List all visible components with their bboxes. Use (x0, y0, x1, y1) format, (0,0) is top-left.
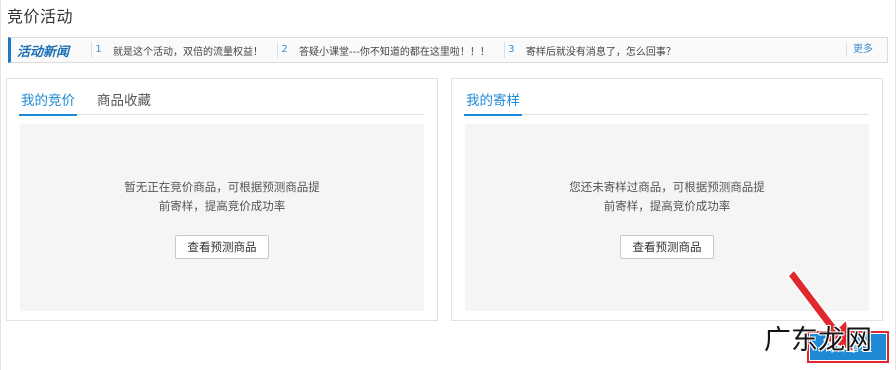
news-item-text[interactable]: 就是这个活动，双倍的流量权益！ (113, 43, 263, 58)
news-item[interactable]: 3 寄样后就没有消息了，怎么回事？ (503, 42, 676, 58)
news-item-number: 2 (277, 42, 291, 58)
news-item[interactable]: 2 答疑小课堂---你不知道的都在这里啦！！！ (277, 42, 490, 58)
news-item-text[interactable]: 寄样后就没有消息了，怎么回事？ (526, 43, 676, 58)
bidding-panel: 我的竞价 商品收藏 暂无正在竞价商品，可根据预测商品提 前寄样，提高竞价成功率 … (6, 78, 438, 321)
empty-message-line: 您还未寄样过商品，可根据预测商品提 (569, 180, 765, 194)
page-title: 竞价活动 (7, 7, 74, 26)
news-item-text[interactable]: 答疑小课堂---你不知道的都在这里啦！！！ (299, 43, 490, 58)
empty-state: 您还未寄样过商品，可根据预测商品提 前寄样，提高竞价成功率 查看预测商品 (465, 124, 869, 311)
tab-favorites[interactable]: 商品收藏 (95, 79, 153, 115)
empty-message-line: 前寄样，提高竞价成功率 (603, 199, 731, 213)
empty-state: 暂无正在竞价商品，可根据预测商品提 前寄样，提高竞价成功率 查看预测商品 (20, 124, 424, 311)
news-item-number: 1 (91, 42, 105, 58)
sample-management-button[interactable]: 寄样管理 (807, 331, 889, 363)
empty-message-line: 前寄样，提高竞价成功率 (158, 199, 286, 213)
news-item-number: 3 (503, 42, 518, 58)
news-logo: 活动新闻 (17, 44, 70, 60)
tab-my-bidding[interactable]: 我的竞价 (19, 79, 77, 116)
empty-message: 您还未寄样过商品，可根据预测商品提 前寄样，提高竞价成功率 (465, 178, 869, 216)
empty-message-line: 暂无正在竞价商品，可根据预测商品提 (124, 180, 320, 194)
news-item[interactable]: 1 就是这个活动，双倍的流量权益！ (91, 42, 263, 58)
news-bar: 活动新闻 1 就是这个活动，双倍的流量权益！ 2 答疑小课堂---你不知道的都在… (8, 37, 888, 63)
samples-panel: 我的寄样 您还未寄样过商品，可根据预测商品提 前寄样，提高竞价成功率 查看预测商… (451, 78, 883, 321)
samples-tabs: 我的寄样 (464, 79, 869, 116)
view-predicted-products-button[interactable]: 查看预测商品 (175, 235, 269, 259)
empty-message: 暂无正在竞价商品，可根据预测商品提 前寄样，提高竞价成功率 (20, 178, 424, 216)
bidding-tabs: 我的竞价 商品收藏 (19, 79, 424, 116)
tab-my-samples[interactable]: 我的寄样 (464, 79, 522, 116)
view-predicted-products-button[interactable]: 查看预测商品 (620, 235, 714, 259)
news-more-link[interactable]: 更多 (846, 43, 873, 57)
